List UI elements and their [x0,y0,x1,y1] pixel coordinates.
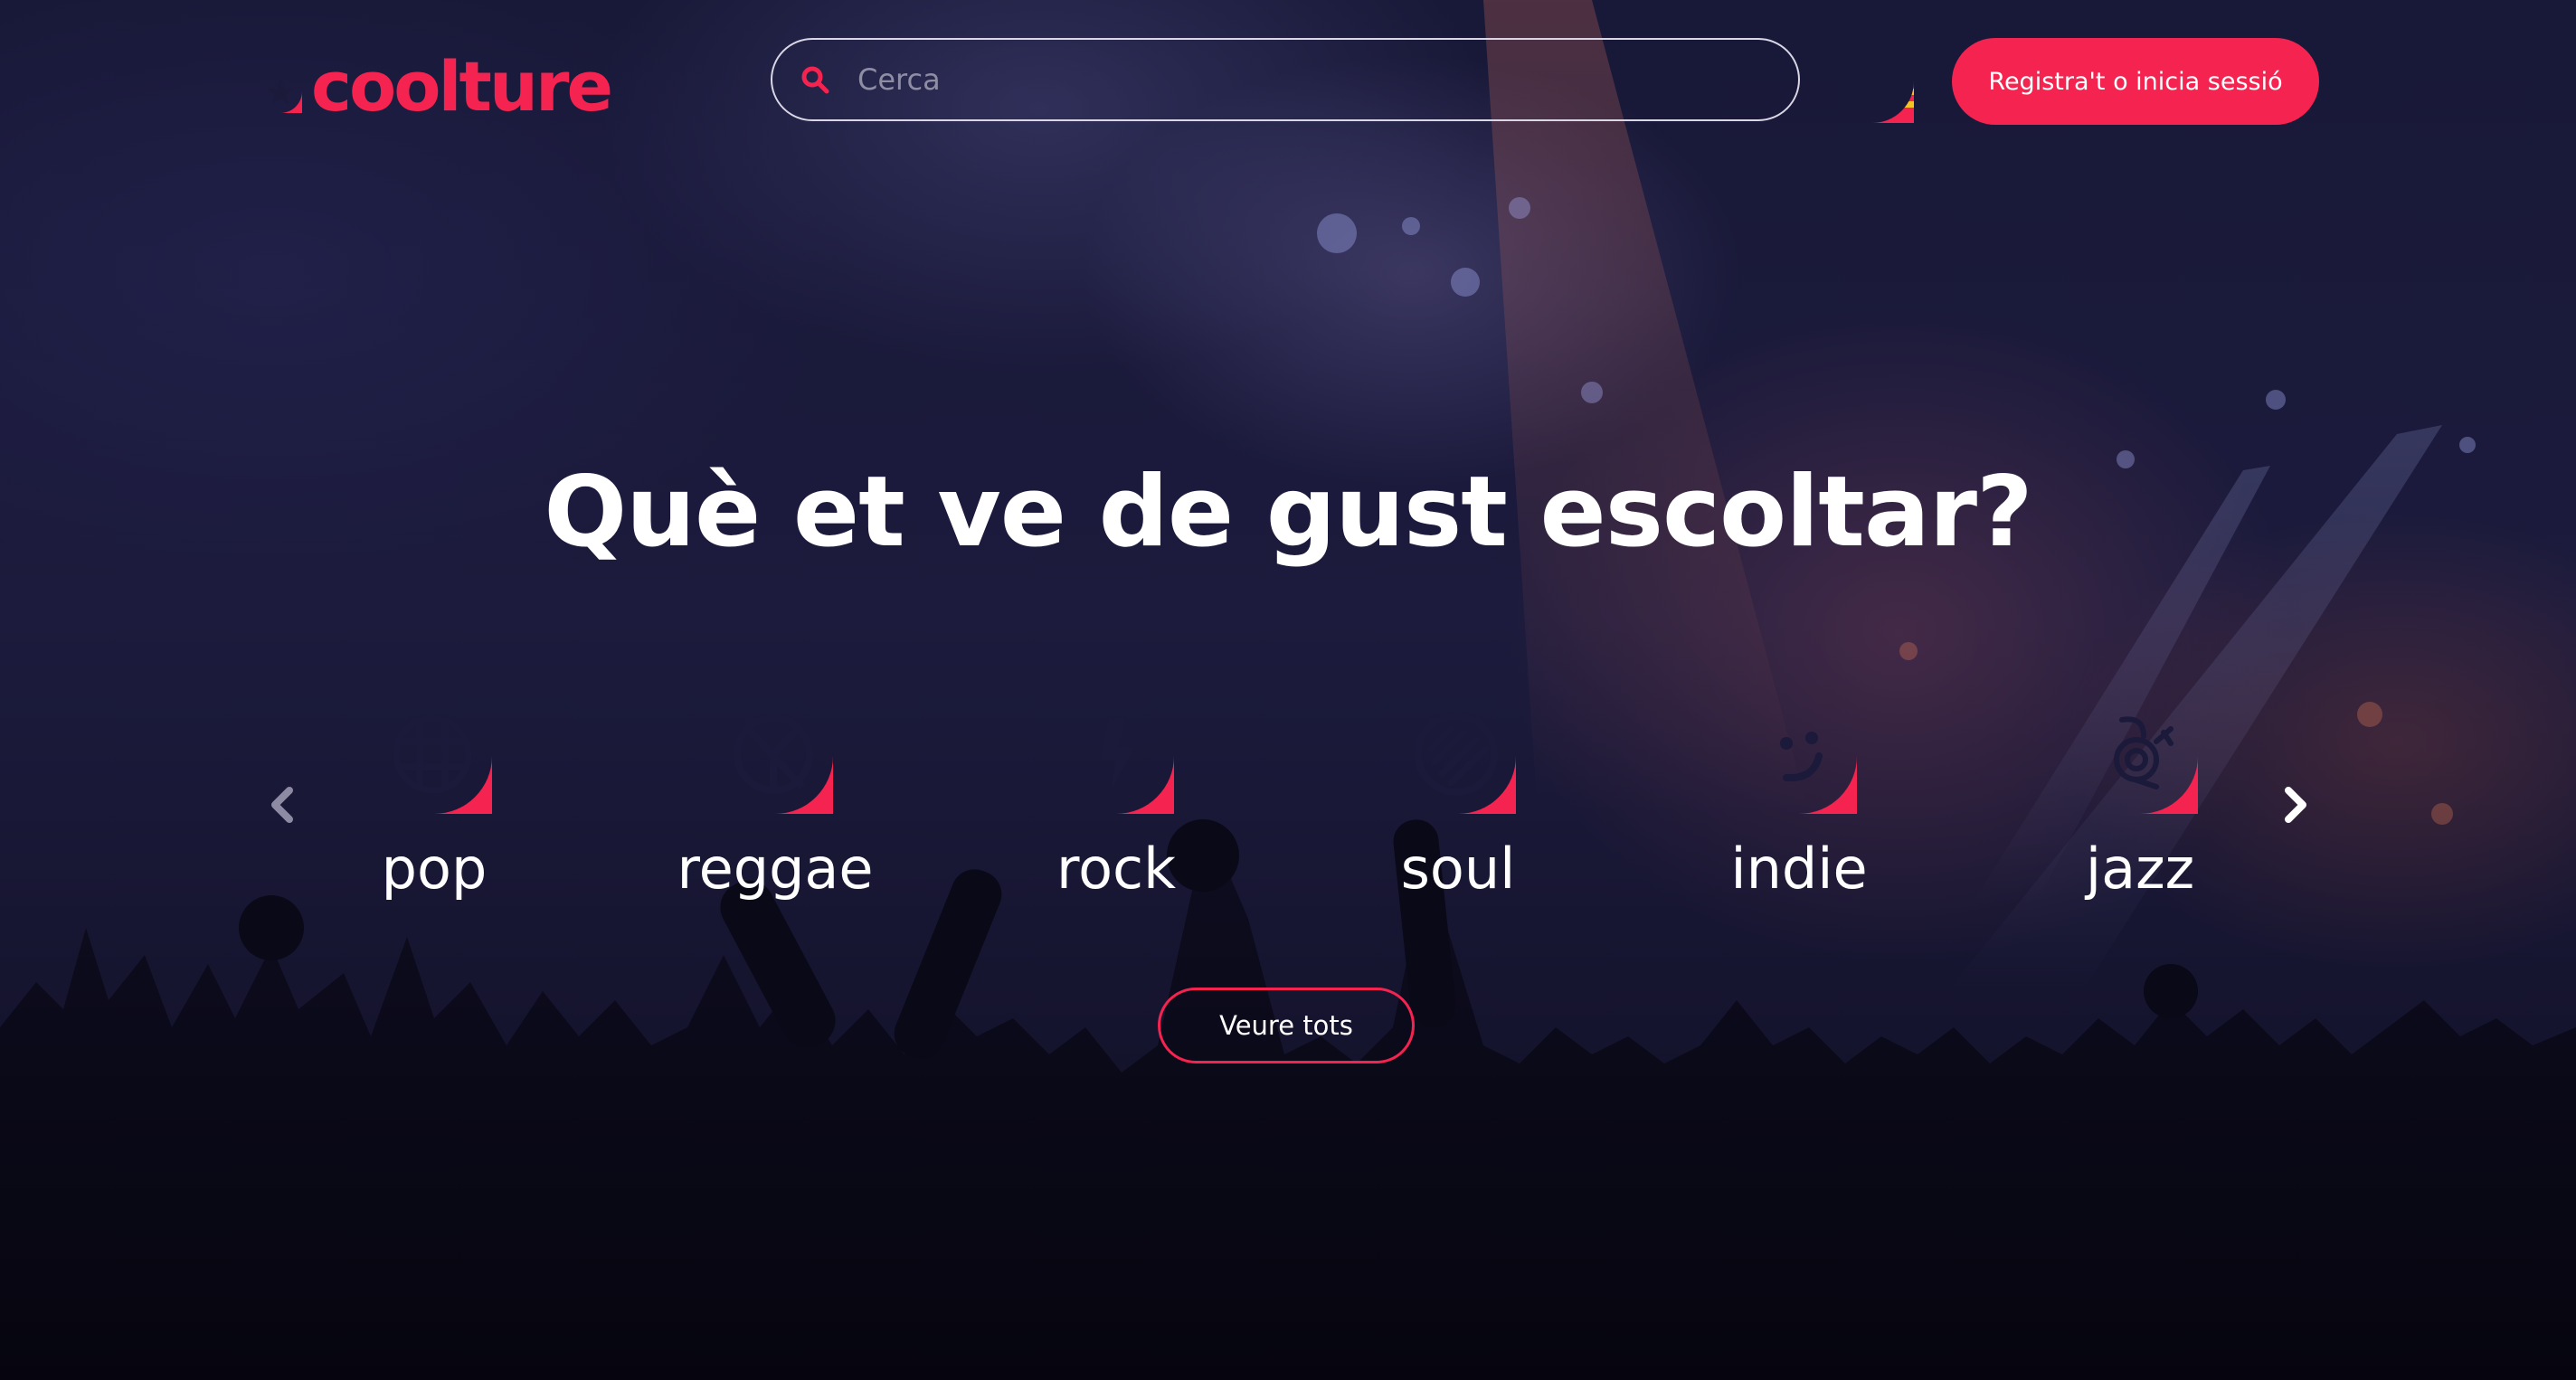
catalan-flag-icon[interactable] [1829,38,1916,125]
logo-star-icon [259,70,302,113]
search-input[interactable] [856,61,1798,98]
genre-item-soul[interactable]: soul [1322,696,1594,897]
search-icon [801,66,829,94]
peace-icon [717,698,833,814]
vinyl-stripes-icon [1400,698,1516,814]
search-bar[interactable] [771,38,1800,121]
smile-icon [1741,698,1857,814]
saxophone-icon [2082,698,2198,814]
hero-background [0,0,2576,1380]
genre-label: soul [1400,836,1516,902]
genre-item-indie[interactable]: indie [1663,696,1935,897]
page-title: Què et ve de gust escoltar? [544,456,2032,569]
chevron-left-icon[interactable] [264,783,300,827]
genre-label: rock [1056,836,1177,902]
see-all-button[interactable]: Veure tots [1158,988,1415,1063]
logo-text: coolture [311,46,613,127]
crowd-silhouette [0,819,2576,1380]
genre-label: indie [1730,836,1868,902]
chevron-right-icon[interactable] [2278,783,2314,827]
genre-item-rock[interactable]: rock [980,696,1252,897]
genre-label: pop [381,836,488,902]
register-login-button[interactable]: Registra't o inicia sessió [1952,38,2319,125]
genre-label: jazz [2085,836,2195,902]
genre-item-pop[interactable]: pop [298,696,570,897]
genre-label: reggae [677,836,874,902]
genre-item-jazz[interactable]: jazz [2004,696,2276,897]
globe-grid-icon [376,698,492,814]
coolture-logo[interactable]: coolture [255,46,613,127]
genre-item-reggae[interactable]: reggae [639,696,911,897]
lightning-icon [1058,698,1174,814]
